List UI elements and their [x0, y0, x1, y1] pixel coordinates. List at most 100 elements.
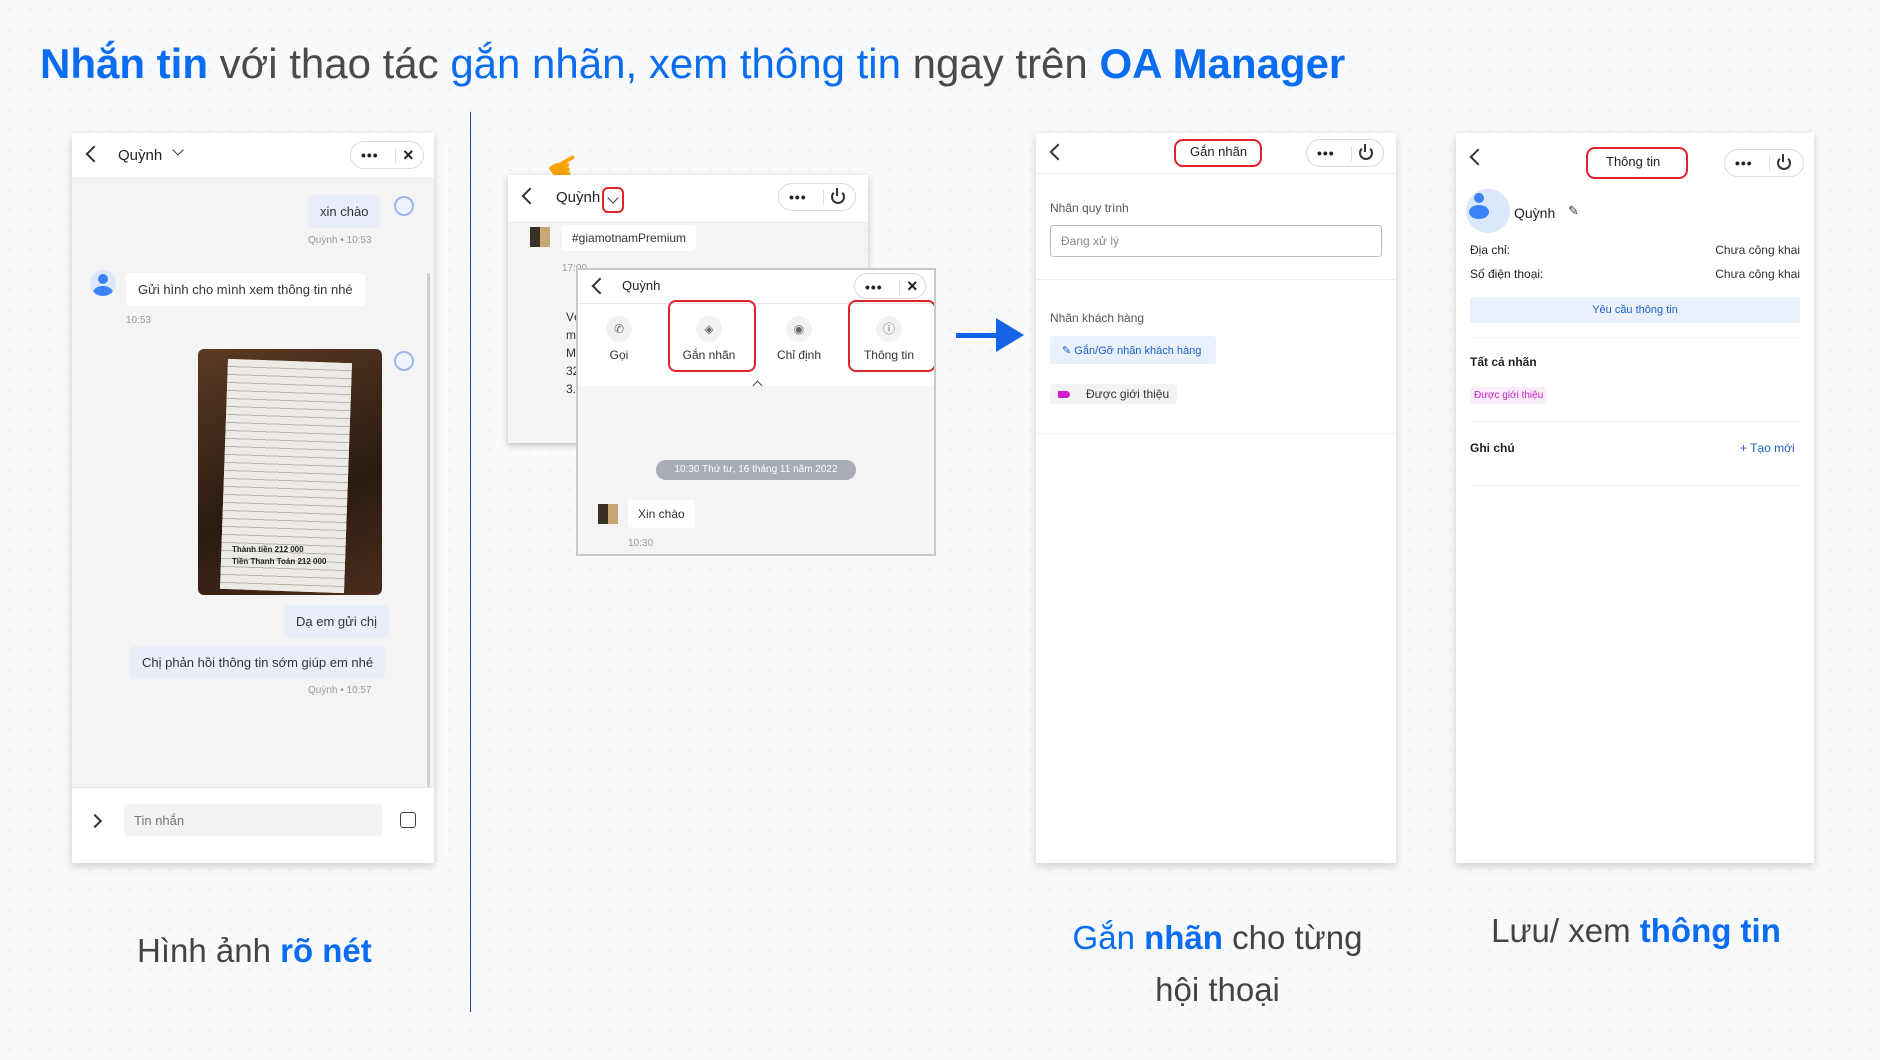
customer-tag-label: Nhãn khách hàng — [1050, 311, 1145, 325]
user-avatar — [1466, 189, 1510, 233]
user-avatar — [90, 270, 116, 296]
message-meta: Quỳnh • 10:57 — [308, 685, 372, 696]
more-icon[interactable]: ••• — [1735, 156, 1753, 170]
section-divider — [1470, 421, 1800, 422]
power-icon[interactable] — [1777, 154, 1791, 170]
chat-screen-panel: Quỳnh ••• × xin chào Quỳnh • 10:53 Gửi h… — [72, 133, 434, 863]
action-label: Chỉ định — [776, 348, 822, 362]
caption-highlight: thông tin — [1639, 912, 1781, 949]
back-arrow-icon[interactable] — [1049, 143, 1067, 161]
edit-pencil-icon[interactable]: ✎ — [1568, 203, 1579, 219]
pill-separator — [1351, 146, 1352, 161]
header-divider — [1036, 173, 1396, 174]
caption-text: Lưu/ xem — [1491, 912, 1640, 949]
compose-bar — [72, 787, 434, 863]
scrollbar[interactable] — [427, 273, 430, 793]
message-meta: Quỳnh • 10:53 — [308, 235, 372, 246]
chevron-down-icon[interactable] — [172, 144, 184, 156]
date-divider: 10:30 Thứ tư, 16 tháng 11 năm 2022 — [656, 460, 856, 480]
close-icon[interactable]: × — [403, 145, 414, 166]
section-divider — [1470, 337, 1800, 338]
message-input[interactable] — [124, 804, 382, 836]
message-meta: 10:53 — [126, 315, 152, 326]
more-icon[interactable]: ••• — [1317, 146, 1335, 160]
customer-tag-chip[interactable]: Được giới thiệu — [1470, 387, 1548, 404]
receipt-photo[interactable]: Thành tiền 212 000 Tiền Thanh Toán 212 0… — [198, 349, 382, 595]
contact-avatar — [530, 227, 550, 247]
foreground-chat-header: Quỳnh ••• × — [578, 270, 934, 304]
toggle-customer-tag-button[interactable]: ✎ Gắn/Gỡ nhãn khách hàng — [1050, 336, 1216, 364]
headline-part-3: gắn nhãn, xem thông tin — [450, 40, 901, 87]
caption-text: cho từng — [1222, 919, 1363, 956]
contact-name[interactable]: Quỳnh — [622, 278, 660, 293]
assign-icon: ◉ — [786, 316, 812, 342]
message-bubble: xin chào — [308, 195, 381, 228]
arrow-right-icon — [956, 333, 1000, 338]
bot-avatar-icon — [394, 351, 414, 371]
more-icon[interactable]: ••• — [865, 280, 883, 294]
caption-tag-conversation: Gắn nhãn cho từng hội thoại — [1040, 912, 1395, 1016]
assign-action[interactable]: ◉ Chỉ định — [758, 316, 840, 362]
customer-tag-chip[interactable]: Được giới thiệu — [1050, 384, 1178, 404]
headline-part-2: với thao tác — [207, 40, 451, 87]
all-tags-label: Tất cả nhãn — [1470, 355, 1537, 369]
more-icon[interactable]: ••• — [361, 148, 379, 162]
tag-screen-panel: Gắn nhãn ••• Nhãn quy trình Đang xử lý N… — [1036, 133, 1396, 863]
info-header: Thông tin ••• — [1456, 133, 1814, 179]
header-actions-pill: ••• — [1306, 139, 1384, 167]
process-tag-select[interactable]: Đang xử lý — [1050, 225, 1382, 257]
back-arrow-icon[interactable] — [85, 145, 103, 163]
header-actions-pill: ••• — [778, 183, 856, 211]
caption-text: hội thoại — [1155, 971, 1280, 1008]
caption-save-info: Lưu/ xem thông tin — [1448, 912, 1824, 950]
pill-separator — [1769, 156, 1770, 171]
caption-highlight: rõ nét — [280, 932, 372, 969]
receipt-payment-line: Tiền Thanh Toán 212 000 — [232, 557, 327, 566]
info-action-highlight — [848, 300, 934, 372]
tag-action-highlight — [668, 300, 756, 372]
more-icon[interactable]: ••• — [789, 190, 807, 204]
new-note-link[interactable]: + Tạo mới — [1740, 441, 1795, 455]
action-label: Gọi — [609, 348, 629, 362]
collapse-chevron-icon[interactable] — [752, 380, 763, 391]
info-screen-panel: Thông tin ••• Quỳnh ✎ Địa chỉ: Chưa công … — [1456, 133, 1814, 863]
expand-arrow-icon[interactable] — [87, 813, 103, 829]
process-tag-label: Nhãn quy trình — [1050, 201, 1129, 215]
request-info-button[interactable]: Yêu cầu thông tin — [1470, 297, 1800, 323]
contact-avatar — [598, 504, 618, 524]
headline-part-1: Nhắn tin — [40, 40, 208, 87]
back-arrow-icon[interactable] — [521, 187, 539, 205]
address-label: Địa chỉ: — [1470, 243, 1511, 257]
page-title: Thông tin — [1606, 154, 1661, 169]
phone-icon: ✆ — [606, 316, 632, 342]
sticker-icon[interactable] — [400, 812, 416, 828]
tag-header: Gắn nhãn ••• — [1036, 133, 1396, 173]
receipt-total-line: Thành tiền 212 000 — [232, 545, 304, 554]
back-arrow-icon[interactable] — [591, 277, 609, 295]
back-arrow-icon[interactable] — [1469, 148, 1487, 166]
caption-highlight: nhãn — [1144, 919, 1223, 956]
page-headline: Nhắn tin với thao tác gắn nhãn, xem thôn… — [40, 40, 1345, 88]
message-bubble: Chị phản hồi thông tin sớm giúp em nhé — [130, 646, 386, 679]
phone-value: Chưa công khai — [1715, 267, 1800, 281]
power-icon[interactable] — [1359, 144, 1373, 160]
bot-avatar-icon — [394, 196, 414, 216]
foreground-chat-window: Quỳnh ••• × ✆ Gọi ◈ Gắn nhãn ◉ Chỉ định ⓘ Th… — [576, 268, 936, 556]
vertical-divider — [470, 112, 471, 1012]
header-actions-pill: ••• × — [350, 141, 424, 169]
edit-pencil-icon: ✎ — [1062, 344, 1075, 357]
background-chat-header: Quỳnh ••• — [508, 175, 868, 223]
address-value: Chưa công khai — [1715, 243, 1800, 257]
contact-name[interactable]: Quỳnh — [118, 147, 162, 164]
arrow-head — [996, 318, 1024, 352]
header-actions-pill: ••• — [1724, 149, 1804, 177]
power-icon[interactable] — [831, 188, 845, 204]
hashtag-message: #giamotnamPremium — [562, 225, 697, 251]
close-icon[interactable]: × — [907, 276, 918, 297]
toggle-customer-tag-label: Gắn/Gỡ nhãn khách hàng — [1074, 344, 1202, 357]
section-divider — [1036, 279, 1396, 280]
contact-name[interactable]: Quỳnh — [556, 189, 600, 206]
call-action[interactable]: ✆ Gọi — [578, 316, 660, 362]
headline-part-4: ngay trên — [900, 40, 1100, 87]
action-bar: ✆ Gọi ◈ Gắn nhãn ◉ Chỉ định ⓘ Thông tin — [578, 300, 934, 391]
